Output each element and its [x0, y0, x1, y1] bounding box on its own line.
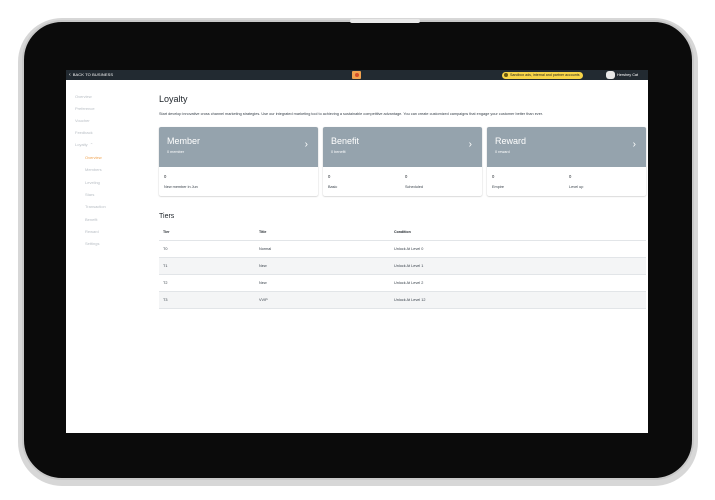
sidebar-subitem-settings[interactable]: Settings — [85, 241, 99, 246]
title-cell: Normal — [259, 247, 272, 251]
sidebar-item-overview[interactable]: Overview — [75, 94, 92, 99]
card-header: Benefit 0 benefit › — [323, 127, 482, 167]
condition-cell: Unlock At Level 2 — [394, 281, 424, 285]
stat-label: New member in Jun — [164, 185, 198, 189]
back-label: BACK TO BUSINESS — [72, 72, 114, 77]
title-cell: New — [259, 281, 267, 285]
back-to-business-link[interactable]: ‹ BACK TO BUSINESS — [69, 70, 113, 80]
title-cell: VVIP — [259, 298, 268, 302]
sidebar-item-feedback[interactable]: Feedback — [75, 130, 93, 135]
info-icon — [504, 73, 508, 77]
stat-label: Level up — [569, 185, 584, 189]
table-row[interactable]: T1 New Unlock At Level 1 — [159, 258, 646, 275]
stat-value: 0 — [328, 174, 331, 179]
sidebar-item-voucher[interactable]: Voucher — [75, 118, 90, 123]
chevron-right-icon[interactable]: › — [633, 139, 636, 150]
stat-value: 0 — [569, 174, 572, 179]
table-row[interactable]: T3 VVIP Unlock At Level 12 — [159, 292, 646, 309]
user-name: Hershey Cat — [617, 73, 639, 77]
chevron-right-icon[interactable]: › — [469, 139, 472, 150]
tier-cell: T2 — [163, 281, 168, 285]
table-row[interactable]: T0 Normal Unlock At Level 0 — [159, 241, 646, 258]
tier-cell: T1 — [163, 264, 168, 268]
sidebar-subitem-transaction[interactable]: Transaction — [85, 204, 106, 209]
column-header-title: Title — [259, 230, 267, 234]
reward-card[interactable]: Reward 0 reward › 0 Empire 0 Level up — [487, 127, 646, 196]
chevron-up-icon: ⌃ — [88, 142, 94, 147]
sidebar-subitem-overview[interactable]: Overview — [85, 155, 102, 160]
benefit-card[interactable]: Benefit 0 benefit › 0 Basic 0 Scheduled — [323, 127, 482, 196]
stat-label: Empire — [492, 185, 505, 189]
page-description: Start develop innovative cross channel m… — [159, 112, 543, 116]
sidebar-subitem-reward[interactable]: Reward — [85, 229, 99, 234]
card-subtitle: 0 reward — [495, 150, 510, 154]
tiers-title: Tiers — [159, 213, 175, 220]
stat-value: 0 — [492, 174, 495, 179]
card-title: Member — [167, 136, 201, 146]
chevron-left-icon: ‹ — [69, 72, 71, 78]
tablet-notch — [350, 19, 420, 23]
member-card[interactable]: Member 0 member › 0 New member in Jun — [159, 127, 318, 196]
user-menu[interactable]: Hershey Cat — [606, 70, 638, 80]
chevron-right-icon[interactable]: › — [305, 139, 308, 150]
sidebar-item-preference[interactable]: Preference — [75, 106, 95, 111]
sidebar-subitem-members[interactable]: Members — [85, 167, 102, 172]
condition-cell: Unlock At Level 12 — [394, 298, 426, 302]
card-subtitle: 0 benefit — [331, 150, 346, 154]
condition-cell: Unlock At Level 1 — [394, 264, 424, 268]
sandbox-badge[interactable]: Sandbox ads, internal and partner accoun… — [502, 71, 583, 79]
card-subtitle: 0 member — [167, 150, 185, 154]
avatar — [606, 71, 615, 79]
app-logo-icon — [352, 71, 361, 79]
page-title: Loyalty — [159, 94, 188, 104]
condition-cell: Unlock At Level 0 — [394, 247, 424, 251]
app-screen: ‹ BACK TO BUSINESS Sandbox ads, internal… — [66, 70, 648, 433]
card-header: Member 0 member › — [159, 127, 318, 167]
stat-value: 0 — [405, 174, 408, 179]
column-header-tier: Tier — [163, 230, 170, 234]
card-title: Reward — [495, 136, 527, 146]
stat-label: Scheduled — [405, 185, 423, 189]
column-header-condition: Condition — [394, 230, 411, 234]
stat-label: Basic — [328, 185, 338, 189]
table-row[interactable]: T2 New Unlock At Level 2 — [159, 275, 646, 292]
card-title: Benefit — [331, 136, 360, 146]
top-bar: ‹ BACK TO BUSINESS Sandbox ads, internal… — [66, 70, 648, 80]
tier-cell: T3 — [163, 298, 168, 302]
card-header: Reward 0 reward › — [487, 127, 646, 167]
sidebar-item-loyalty[interactable]: Loyalty ⌃ — [75, 142, 93, 147]
sidebar-subitem-benefit[interactable]: Benefit — [85, 217, 97, 222]
table-header-row: Tier Title Condition — [159, 224, 646, 241]
tier-cell: T0 — [163, 247, 168, 251]
sandbox-label: Sandbox ads, internal and partner accoun… — [510, 72, 580, 77]
sidebar-subitem-leveling[interactable]: Leveling — [85, 180, 100, 185]
title-cell: New — [259, 264, 267, 268]
sidebar-subitem-stars[interactable]: Stars — [85, 192, 94, 197]
stat-value: 0 — [164, 174, 167, 179]
sidebar-item-label: Loyalty — [75, 142, 88, 147]
